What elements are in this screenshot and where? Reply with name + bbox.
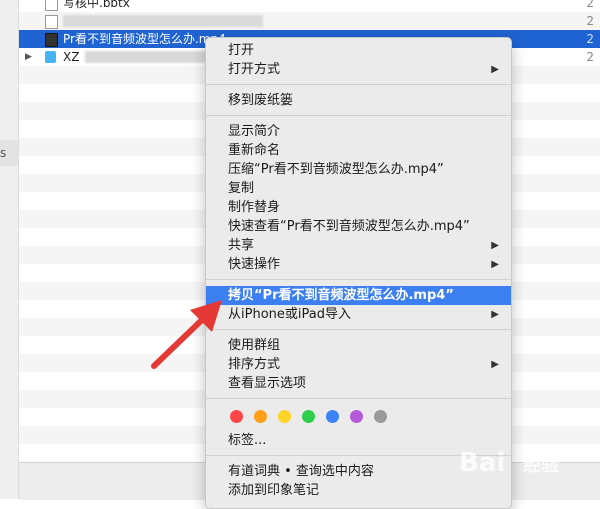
submenu-arrow-icon: ▶ [491,309,499,320]
menu-item-use-groups[interactable]: 使用群组 [206,336,511,355]
svg-text:Bai: Bai [459,448,505,478]
file-date: 2 [586,32,594,46]
menu-separator [206,279,511,280]
file-date: 2 [586,50,594,64]
menu-item-show-view-options[interactable]: 查看显示选项 [206,374,511,393]
tag-green-dot[interactable] [302,410,315,423]
sidebar-edge: s [0,0,19,499]
tag-red-dot[interactable] [230,410,243,423]
sidebar-selection-marker: s [0,140,18,166]
redacted-name [85,51,220,63]
video-file-icon [45,33,58,47]
document-icon [45,0,58,11]
context-menu: 打开 打开方式 ▶ 移到废纸篓 显示简介 重新命名 压缩“Pr看不到音频波型怎么办… [205,37,512,509]
file-row[interactable]: 2 [19,12,600,30]
menu-item-get-info[interactable]: 显示简介 [206,122,511,141]
file-date: 2 [586,14,594,28]
menu-item-quick-look[interactable]: 快速查看“Pr看不到音频波型怎么办.mp4” [206,217,511,236]
file-name: XZ [63,50,80,64]
menu-item-move-to-trash[interactable]: 移到废纸篓 [206,91,511,110]
disclosure-triangle-icon[interactable]: ▶ [25,48,32,66]
menu-separator [206,115,511,116]
menu-separator [206,398,511,399]
baidu-watermark-logo: Bai 经验 [459,448,560,478]
annotation-arrow-icon [151,300,222,369]
svg-text:经验: 经验 [523,454,560,476]
menu-item-open-with[interactable]: 打开方式 ▶ [206,60,511,79]
menu-item-compress[interactable]: 压缩“Pr看不到音频波型怎么办.mp4” [206,160,511,179]
menu-separator [206,84,511,85]
submenu-arrow-icon: ▶ [491,359,499,370]
menu-item-duplicate[interactable]: 复制 [206,179,511,198]
menu-item-sort-by[interactable]: 排序方式 ▶ [206,355,511,374]
tag-purple-dot[interactable] [350,410,363,423]
menu-item-share[interactable]: 共享 ▶ [206,236,511,255]
menu-item-rename[interactable]: 重新命名 [206,141,511,160]
submenu-arrow-icon: ▶ [491,64,499,75]
file-row[interactable]: 写核中.bbtx 2 [19,0,600,12]
menu-item-quick-actions[interactable]: 快速操作 ▶ [206,255,511,274]
file-name: 写核中.bbtx [63,0,130,10]
tag-yellow-dot[interactable] [278,410,291,423]
tag-orange-dot[interactable] [254,410,267,423]
redacted-name [63,15,263,27]
music-file-icon [45,15,58,29]
submenu-arrow-icon: ▶ [491,259,499,270]
menu-item-make-alias[interactable]: 制作替身 [206,198,511,217]
file-name: Pr看不到音频波型怎么办.mp4 [63,32,226,46]
menu-item-open[interactable]: 打开 [206,41,511,60]
tag-gray-dot[interactable] [374,410,387,423]
folder-icon [45,51,56,63]
menu-separator [206,329,511,330]
menu-item-copy[interactable]: 拷贝“Pr看不到音频波型怎么办.mp4” [206,286,511,305]
submenu-arrow-icon: ▶ [491,240,499,251]
menu-item-import-from-device[interactable]: 从iPhone或iPad导入 ▶ [206,305,511,324]
tag-blue-dot[interactable] [326,410,339,423]
file-date: 2 [586,0,594,10]
